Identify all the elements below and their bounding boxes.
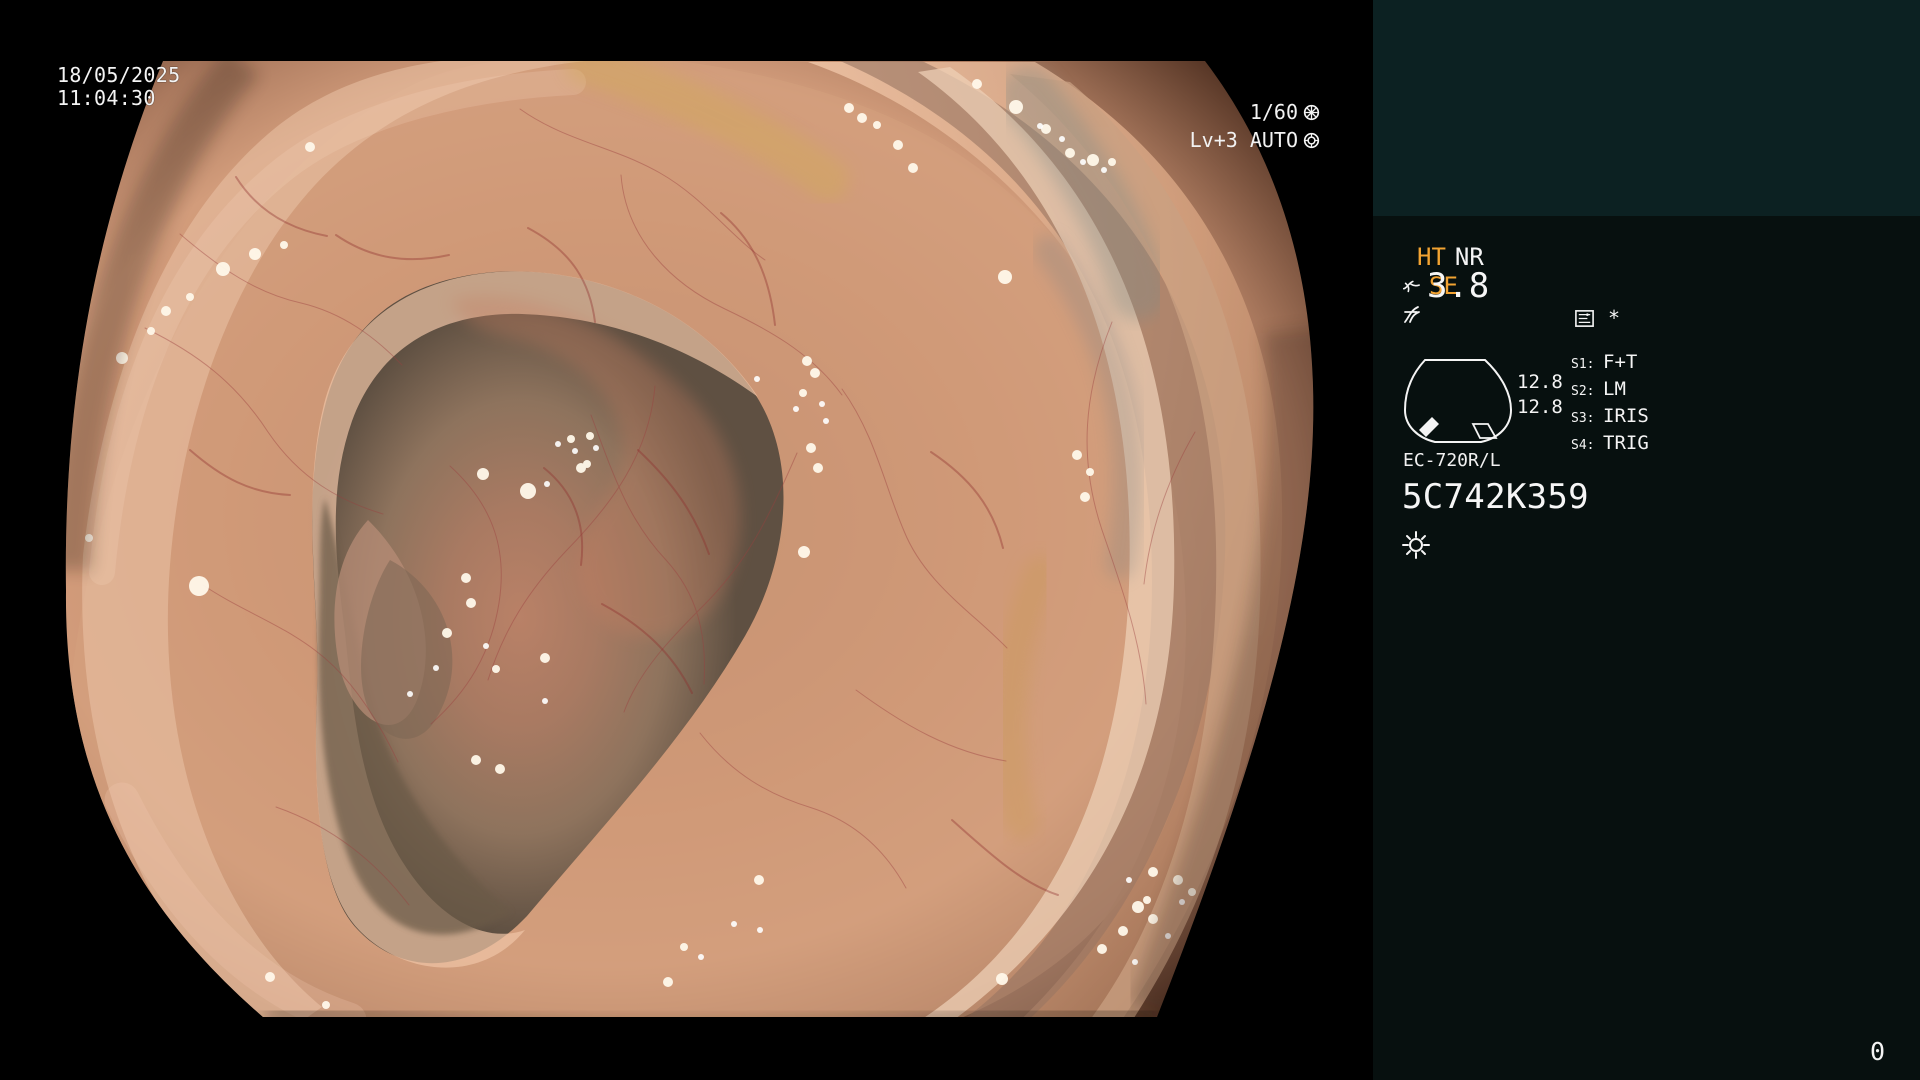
endoscopy-view: 18/05/2025 11:04:30 1/60 Lv+3 AUTO	[0, 0, 1373, 1080]
scope-switches: S1: F+T S2: LM S3: IRIS S4: TRIG	[1571, 350, 1649, 458]
exposure-row: Lv+3 AUTO	[1050, 126, 1320, 154]
colon-image	[65, 61, 1314, 1017]
shutter-speed: 1/60	[1249, 100, 1298, 124]
switch-s1: S1: F+T	[1571, 350, 1649, 377]
switch-key: S2:	[1571, 384, 1595, 399]
auto-target-icon	[1303, 132, 1320, 148]
exposure-level: Lv+3 AUTO	[1189, 128, 1298, 152]
switch-s2: S2: LM	[1571, 377, 1649, 404]
gauge-left-top: 12.8	[1517, 371, 1563, 393]
shutter-row: 1/60	[1050, 98, 1320, 126]
camera-info: 1/60 Lv+3 AUTO	[1050, 98, 1320, 154]
shutter-wheel-icon	[1303, 104, 1320, 120]
switch-key: S3:	[1571, 411, 1595, 426]
scope-model: EC-720R/L	[1403, 450, 1501, 471]
memo-row: *	[1574, 306, 1620, 330]
switch-label: TRIG	[1603, 432, 1649, 454]
sun-icon	[1402, 531, 1430, 559]
switch-key: S4:	[1571, 438, 1595, 453]
asterisk: *	[1608, 306, 1621, 330]
settings-area: HT NR SE * 3.8 12.8 12.8 S1: F+T S2: LM …	[1402, 240, 1903, 600]
procedure-time: 11:04:30	[57, 86, 156, 110]
switch-label: F+T	[1603, 351, 1638, 373]
gauge-values: 12.8 12.8	[1517, 370, 1563, 420]
status-counter: 0	[1870, 1037, 1886, 1066]
curve-icon	[1404, 306, 1420, 323]
switch-key: S1:	[1571, 357, 1595, 372]
branch-icon	[1402, 280, 1420, 293]
switch-label: IRIS	[1603, 405, 1649, 427]
gauge-left-bottom: 12.8	[1517, 396, 1563, 418]
switch-s4: S4: TRIG	[1571, 431, 1649, 458]
brightness-gauge	[1403, 359, 1513, 443]
patient-info-area	[1373, 0, 1920, 216]
date-time: 18/05/2025 11:04:30	[57, 64, 180, 110]
switch-label: LM	[1603, 378, 1626, 400]
switch-s3: S3: IRIS	[1571, 404, 1649, 431]
gauge-value: 3.8	[1427, 266, 1490, 306]
processor-info-panel: HT NR SE * 3.8 12.8 12.8 S1: F+T S2: LM …	[1373, 0, 1920, 1080]
scope-serial: 5C742K359	[1402, 477, 1589, 517]
procedure-date: 18/05/2025	[57, 63, 181, 87]
memo-icon	[1575, 309, 1594, 327]
